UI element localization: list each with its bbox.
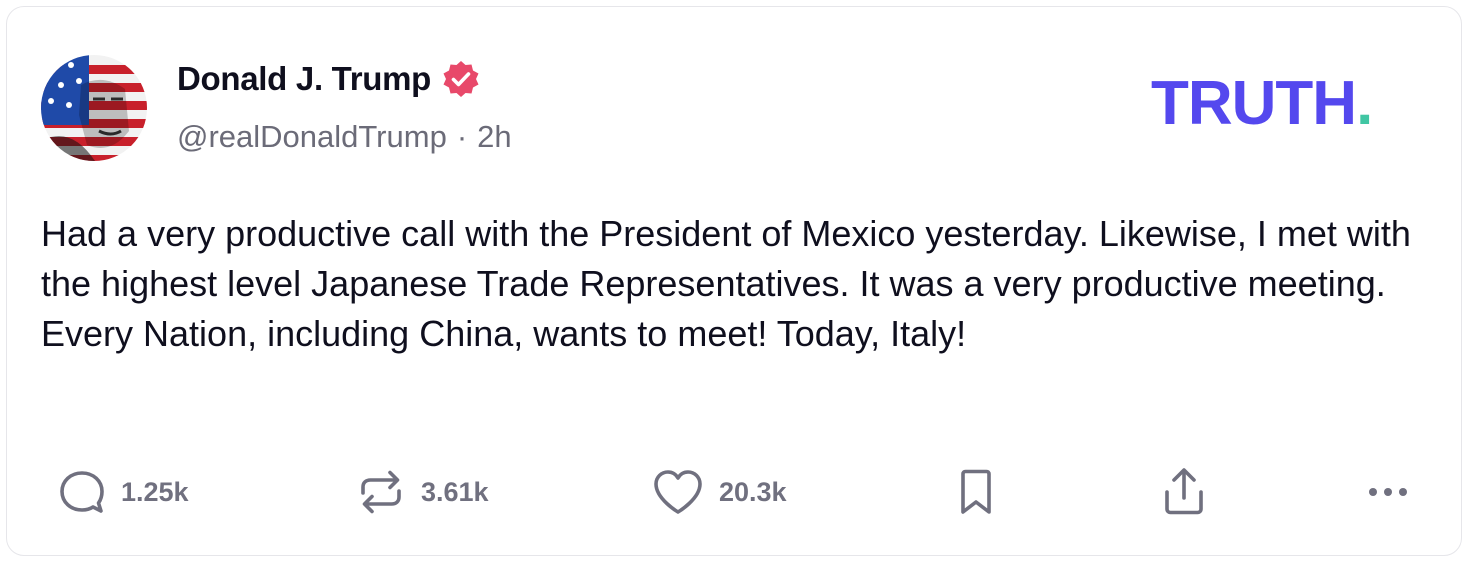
logo-dot: . xyxy=(1356,69,1373,138)
author-name-row: Donald J. Trump xyxy=(177,59,481,99)
action-bar: 1.25k 3.61k 20.3k xyxy=(7,459,1461,525)
post-card: Donald J. Trump @realDonaldTrump · 2h TR… xyxy=(6,6,1462,556)
share-icon xyxy=(1165,468,1203,515)
meta-separator: · xyxy=(456,119,468,154)
author-display-name[interactable]: Donald J. Trump xyxy=(177,60,431,98)
more-icon xyxy=(1369,488,1407,496)
post-body: Had a very productive call with the Pres… xyxy=(41,213,1411,354)
avatar[interactable] xyxy=(41,55,147,161)
bookmark-icon xyxy=(961,469,991,514)
avatar-image xyxy=(41,55,147,161)
bookmark-button[interactable] xyxy=(955,459,997,525)
repost-icon xyxy=(361,470,401,514)
truth-social-logo: TRUTH. xyxy=(1151,73,1373,135)
author-handle[interactable]: @realDonaldTrump xyxy=(177,119,447,155)
like-button[interactable]: 20.3k xyxy=(651,459,787,525)
comment-icon xyxy=(60,471,104,513)
post-timestamp[interactable]: 2h xyxy=(477,119,511,155)
author-meta: @realDonaldTrump · 2h xyxy=(177,119,512,155)
logo-text: TRUTH xyxy=(1151,69,1357,138)
like-count: 20.3k xyxy=(719,476,787,507)
share-button[interactable] xyxy=(1159,459,1209,525)
more-options-button[interactable] xyxy=(1363,459,1415,525)
reply-button[interactable]: 1.25k xyxy=(57,459,189,525)
verified-badge-icon xyxy=(443,61,479,97)
retruth-button[interactable]: 3.61k xyxy=(355,459,489,525)
retruth-count: 3.61k xyxy=(421,476,489,507)
heart-icon xyxy=(654,470,702,514)
reply-count: 1.25k xyxy=(121,476,189,507)
